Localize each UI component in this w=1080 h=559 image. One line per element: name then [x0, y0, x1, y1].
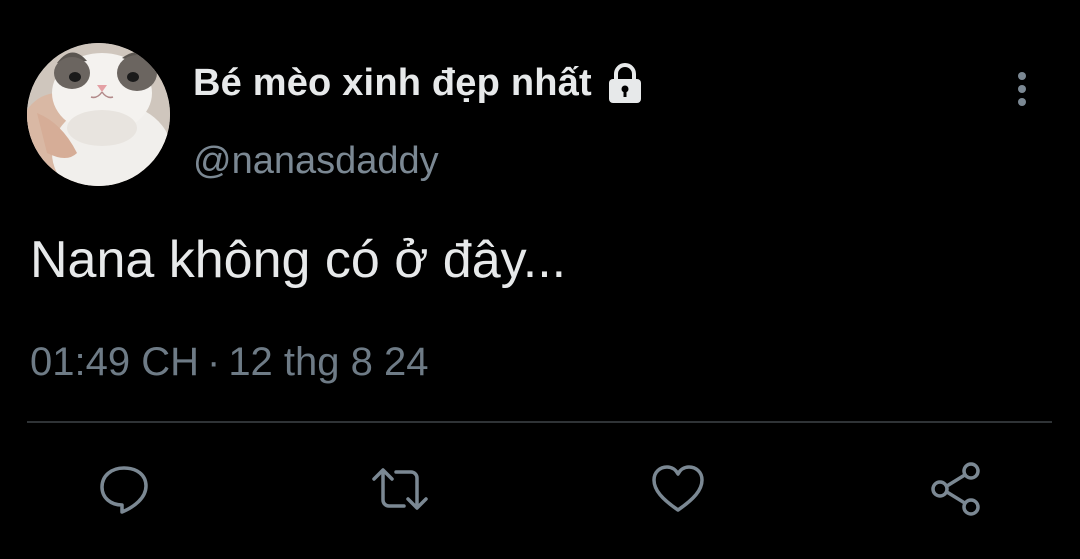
- share-icon: [931, 462, 980, 516]
- more-options-button[interactable]: [1002, 66, 1042, 112]
- user-handle[interactable]: @nanasdaddy: [193, 140, 439, 183]
- share-button[interactable]: [926, 459, 986, 519]
- reply-button[interactable]: [94, 459, 154, 519]
- more-vertical-icon: [1018, 72, 1026, 106]
- tweet-date: 12 thg 8 24: [228, 340, 429, 384]
- display-name-text: Bé mèo xinh đẹp nhất: [193, 61, 592, 104]
- heart-icon: [652, 465, 704, 512]
- divider: [27, 421, 1052, 423]
- tweet-time: 01:49 CH: [30, 340, 199, 384]
- retweet-button[interactable]: [370, 459, 430, 519]
- retweet-icon: [372, 468, 428, 510]
- tweet-text: Nana không có ở đây...: [30, 231, 567, 289]
- like-button[interactable]: [648, 459, 708, 519]
- avatar[interactable]: [27, 43, 170, 186]
- timestamp-separator: ·: [206, 340, 221, 384]
- lock-icon: [602, 60, 648, 106]
- reply-icon: [100, 466, 148, 514]
- display-name[interactable]: Bé mèo xinh đẹp nhất: [193, 60, 648, 106]
- tweet-timestamp[interactable]: 01:49 CH · 12 thg 8 24: [30, 340, 429, 385]
- tweet-detail: Bé mèo xinh đẹp nhất @nanasdaddy Nana kh…: [0, 0, 1080, 559]
- cat-avatar-image: [27, 43, 170, 186]
